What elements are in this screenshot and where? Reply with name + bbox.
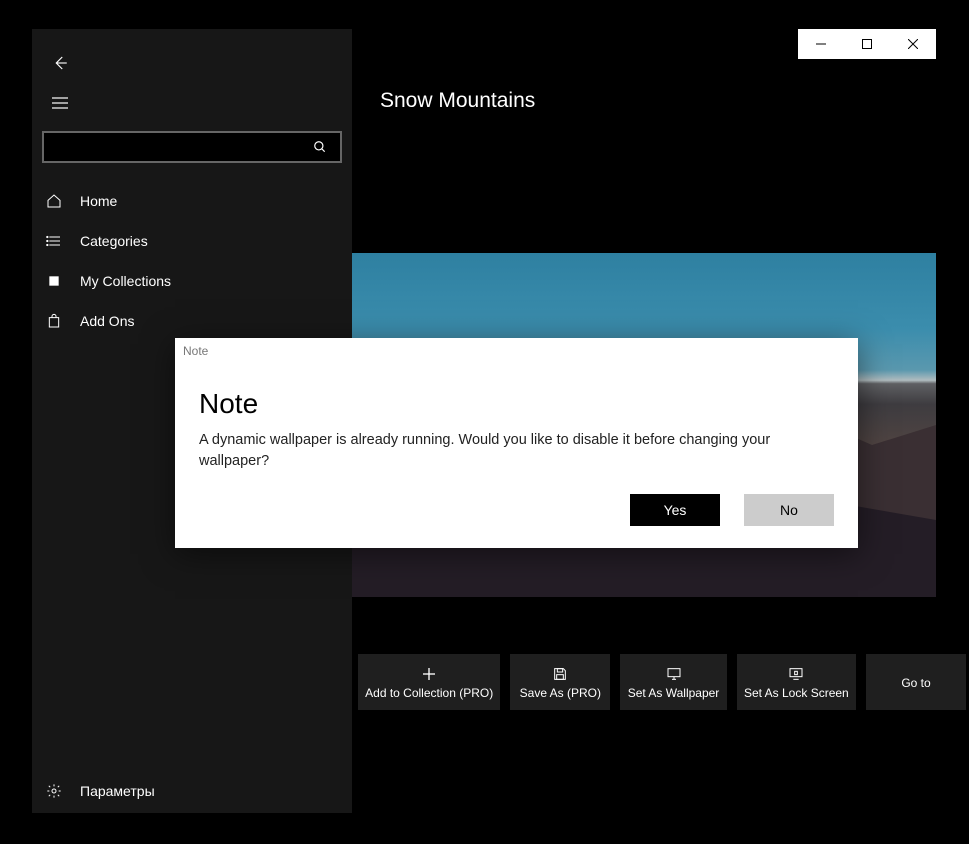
close-icon [908, 39, 918, 49]
yes-button[interactable]: Yes [630, 494, 720, 526]
no-button[interactable]: No [744, 494, 834, 526]
tool-label: Set As Lock Screen [744, 686, 849, 700]
shopping-bag-icon [46, 313, 62, 329]
dialog-buttons: Yes No [630, 494, 834, 526]
search-button[interactable] [300, 133, 340, 161]
sidebar-item-label: Add Ons [80, 313, 134, 329]
note-dialog: Note Note A dynamic wallpaper is already… [175, 338, 858, 548]
search-input[interactable] [44, 133, 300, 161]
minimize-icon [816, 39, 826, 49]
save-as-button[interactable]: Save As (PRO) [510, 654, 610, 710]
tool-label: Set As Wallpaper [628, 686, 720, 700]
sidebar-item-add-ons[interactable]: Add Ons [32, 301, 352, 341]
sidebar-item-my-collections[interactable]: My Collections [32, 261, 352, 301]
search-icon [313, 140, 327, 154]
maximize-icon [862, 39, 872, 49]
close-button[interactable] [890, 29, 936, 59]
minimize-button[interactable] [798, 29, 844, 59]
tool-label: Go to [901, 676, 930, 690]
collection-icon [46, 273, 62, 289]
sidebar-item-settings[interactable]: Параметры [32, 769, 352, 813]
sidebar-item-label: My Collections [80, 273, 171, 289]
back-button[interactable] [40, 43, 80, 83]
lock-screen-icon [788, 666, 804, 682]
sidebar-item-home[interactable]: Home [32, 181, 352, 221]
hamburger-icon [52, 97, 68, 109]
sidebar-item-label: Categories [80, 233, 148, 249]
goto-button[interactable]: Go to [866, 654, 966, 710]
action-toolbar: Add to Collection (PRO) Save As (PRO) Se… [358, 654, 966, 710]
sidebar-footer-label: Параметры [80, 783, 155, 799]
gear-icon [46, 783, 62, 799]
set-lockscreen-button[interactable]: Set As Lock Screen [737, 654, 856, 710]
desktop-icon [666, 666, 682, 682]
plus-icon [421, 666, 437, 682]
search-box [42, 131, 342, 163]
set-wallpaper-button[interactable]: Set As Wallpaper [620, 654, 726, 710]
home-icon [46, 193, 62, 209]
sidebar-item-categories[interactable]: Categories [32, 221, 352, 261]
list-icon [46, 233, 62, 249]
back-arrow-icon [51, 54, 69, 72]
menu-button[interactable] [40, 83, 80, 123]
app-window: Home Categories My Collections Add Ons [32, 29, 936, 813]
dialog-body: A dynamic wallpaper is already running. … [199, 430, 834, 472]
add-to-collection-button[interactable]: Add to Collection (PRO) [358, 654, 500, 710]
save-icon [552, 666, 568, 682]
dialog-caption: Note [183, 344, 208, 358]
tool-label: Save As (PRO) [520, 686, 601, 700]
tool-label: Add to Collection (PRO) [365, 686, 493, 700]
page-title: Snow Mountains [380, 89, 535, 113]
dialog-title: Note [199, 388, 258, 420]
maximize-button[interactable] [844, 29, 890, 59]
window-controls [798, 29, 936, 59]
nav-list: Home Categories My Collections Add Ons [32, 181, 352, 341]
sidebar-item-label: Home [80, 193, 117, 209]
